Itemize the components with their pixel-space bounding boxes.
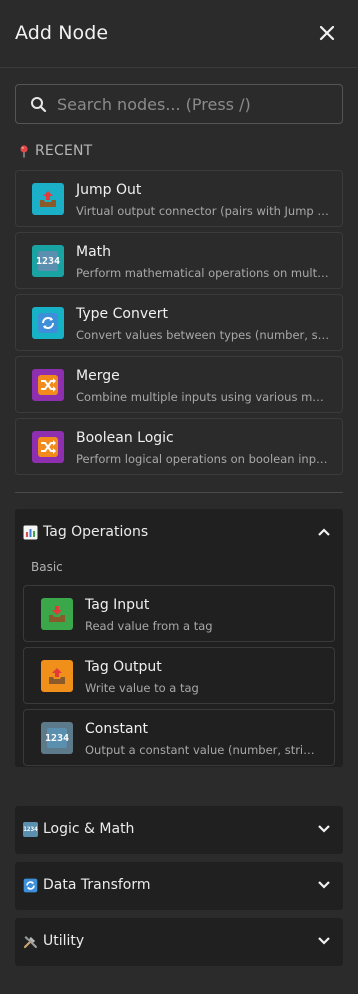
node-description: Perform mathematical operations on multi… — [76, 266, 330, 280]
numbers-icon: 1234 — [32, 245, 64, 277]
node-description: Write value to a tag — [85, 681, 199, 695]
node-card-jump-out[interactable]: Jump Out Virtual output connector (pairs… — [15, 170, 343, 227]
category-tag-operations: Tag Operations Basic Tag Input Read valu… — [15, 509, 343, 767]
subsection-label: Basic — [31, 560, 63, 574]
panel-header: Add Node — [0, 0, 358, 68]
section-divider — [15, 492, 343, 493]
bar-chart-icon — [23, 525, 38, 539]
node-title: Tag Input — [85, 597, 150, 613]
category-label: Tag Operations — [43, 524, 149, 540]
close-button[interactable] — [314, 20, 340, 46]
chevron-up-icon[interactable] — [317, 525, 331, 539]
numbers-icon: 1234 — [23, 821, 38, 837]
node-description: Convert values between types (number, st… — [76, 328, 330, 342]
node-card-tag-output[interactable]: Tag Output Write value to a tag — [23, 647, 335, 704]
tools-icon — [23, 935, 37, 948]
node-title: Merge — [76, 368, 120, 384]
category-header-data-transform[interactable]: Data Transform — [15, 862, 343, 910]
node-card-boolean-logic[interactable]: Boolean Logic Perform logical operations… — [15, 418, 343, 475]
chevron-down-icon[interactable] — [317, 878, 331, 892]
node-card-type-convert[interactable]: Type Convert Convert values between type… — [15, 294, 343, 351]
node-title: Tag Output — [85, 659, 162, 675]
node-title: Constant — [85, 721, 148, 737]
category-utility[interactable]: Utility — [15, 918, 343, 966]
search-input[interactable] — [57, 85, 337, 123]
node-description: Output a constant value (number, string,… — [85, 743, 319, 757]
chevron-down-icon[interactable] — [317, 822, 331, 836]
search-box — [15, 84, 343, 124]
node-title: Jump Out — [76, 182, 142, 198]
node-title: Type Convert — [76, 306, 168, 322]
node-card-merge[interactable]: Merge Combine multiple inputs using vari… — [15, 356, 343, 413]
node-description: Combine multiple inputs using various me… — [76, 390, 330, 404]
recent-list: Jump Out Virtual output connector (pairs… — [15, 170, 343, 480]
recent-label: RECENT — [35, 143, 93, 159]
category-logic-math[interactable]: 1234 Logic & Math — [15, 806, 343, 854]
node-card-tag-input[interactable]: Tag Input Read value from a tag — [23, 585, 335, 642]
panel-title: Add Node — [15, 22, 109, 44]
node-card-constant[interactable]: 1234 Constant Output a constant value (n… — [23, 709, 335, 766]
category-header-tag-operations[interactable]: Tag Operations — [15, 509, 343, 557]
outbox-tray-icon — [32, 183, 64, 215]
shuffle-icon — [32, 369, 64, 401]
numbers-icon: 1234 — [41, 722, 73, 754]
node-title: Math — [76, 244, 112, 260]
tag-operations-list: Tag Input Read value from a tag Tag Outp… — [23, 585, 335, 771]
inbox-tray-icon — [41, 598, 73, 630]
category-header-utility[interactable]: Utility — [15, 918, 343, 966]
category-label: Utility — [43, 933, 85, 949]
node-description: Virtual output connector (pairs with Jum… — [76, 204, 330, 218]
outbox-tray-icon — [41, 660, 73, 692]
category-label: Data Transform — [43, 877, 151, 893]
search-icon — [31, 97, 47, 113]
category-label: Logic & Math — [43, 821, 135, 837]
pin-icon — [20, 145, 28, 158]
category-header-logic-math[interactable]: 1234 Logic & Math — [15, 806, 343, 854]
arrows-cycle-icon — [32, 307, 64, 339]
shuffle-icon — [32, 431, 64, 463]
node-description: Read value from a tag — [85, 619, 213, 633]
node-card-math[interactable]: 1234 Math Perform mathematical operation… — [15, 232, 343, 289]
close-icon — [319, 25, 335, 41]
category-data-transform[interactable]: Data Transform — [15, 862, 343, 910]
chevron-down-icon[interactable] — [317, 934, 331, 948]
node-description: Perform logical operations on boolean in… — [76, 452, 330, 466]
recent-section-header: RECENT — [17, 143, 92, 159]
arrows-cycle-icon — [23, 878, 38, 892]
node-title: Boolean Logic — [76, 430, 174, 446]
